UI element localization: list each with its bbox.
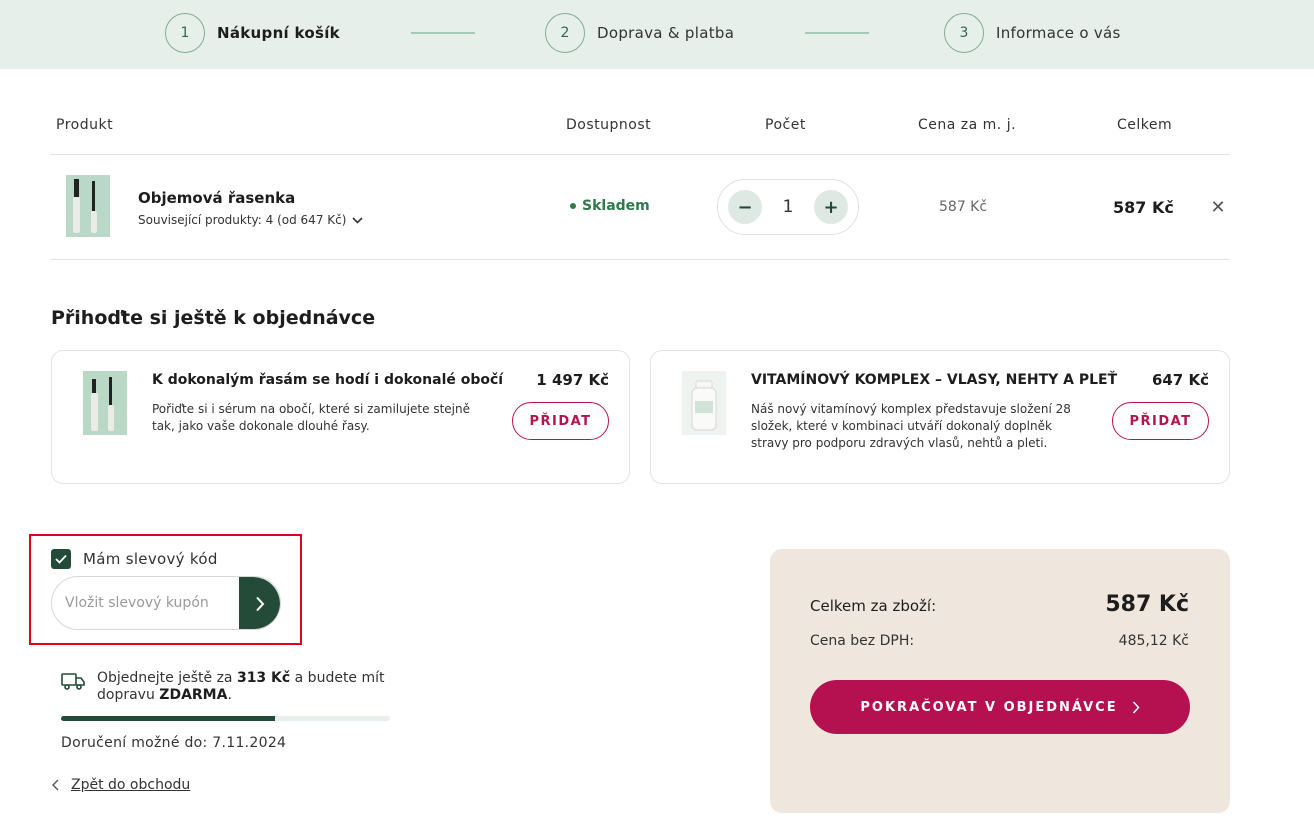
unit-price: 587 Kč [939, 199, 988, 215]
goods-total-value: 587 Kč [1105, 592, 1189, 617]
shipping-text-before: Objednejte ještě za [97, 670, 237, 686]
stock-label: Skladem [582, 198, 650, 214]
step-label: Informace o vás [996, 24, 1121, 42]
add-upsell-button[interactable]: PŘIDAT [512, 402, 609, 440]
truck-icon [61, 673, 85, 690]
chevron-left-icon [52, 779, 59, 791]
header-availability: Dostupnost [566, 117, 652, 133]
upsell-description: Náš nový vitamínový komplex představuje … [751, 402, 1071, 450]
add-upsell-button[interactable]: PŘIDAT [1112, 402, 1209, 440]
product-image[interactable] [66, 175, 110, 237]
upsell-title: Přihoďte si ještě k objednávce [51, 307, 376, 329]
delivery-date: Doručení možné do: 7.11.2024 [61, 735, 287, 751]
step-shipping-payment[interactable]: 2 Doprava & platba [545, 13, 734, 53]
brow-serum-image [83, 371, 127, 435]
remove-item-button[interactable]: ✕ [1208, 197, 1228, 218]
shipping-text-after: . [227, 687, 232, 703]
step-cart[interactable]: 1 Nákupní košík [165, 13, 340, 53]
qty-decrease-button[interactable]: − [728, 190, 762, 224]
step-number: 3 [944, 13, 984, 53]
discount-checkbox-label[interactable]: Mám slevový kód [83, 550, 218, 568]
continue-order-button[interactable]: POKRAČOVAT V OBJEDNÁVCE [810, 680, 1190, 734]
upsell-title-text[interactable]: VITAMÍNOVÝ KOMPLEX – VLASY, NEHTY A PLEŤ [751, 372, 1117, 388]
free-shipping-message: Objednejte ještě za 313 Kč a budete mít … [97, 670, 387, 704]
related-products-toggle[interactable]: Související produkty: 4 (od 647 Kč) [138, 213, 363, 227]
price-without-vat-value: 485,12 Kč [1118, 633, 1189, 649]
product-image[interactable] [83, 371, 127, 435]
price-without-vat-label: Cena bez DPH: [810, 633, 915, 649]
upsell-title-text[interactable]: K dokonalým řasám se hodí i dokonalé obo… [152, 372, 503, 388]
header-product: Produkt [56, 117, 114, 133]
upsell-card: VITAMÍNOVÝ KOMPLEX – VLASY, NEHTY A PLEŤ… [650, 350, 1230, 484]
product-image[interactable] [682, 371, 726, 435]
step-label: Doprava & platba [597, 24, 735, 42]
continue-order-label: POKRAČOVAT V OBJEDNÁVCE [860, 699, 1118, 715]
back-to-shop-link[interactable]: Zpět do obchodu [52, 777, 190, 793]
upsell-description: Pořiďte si i sérum na obočí, které si za… [152, 402, 470, 433]
divider [50, 259, 1230, 260]
step-connector [805, 32, 869, 34]
discount-checkbox[interactable] [51, 549, 71, 569]
checkout-stepper: 1 Nákupní košík 2 Doprava & platba 3 Inf… [0, 0, 1314, 69]
quantity-stepper: − 1 + [717, 179, 859, 235]
goods-total-label: Celkem za zboží: [810, 597, 937, 615]
upsell-card: K dokonalým řasám se hodí i dokonalé obo… [51, 350, 630, 484]
free-shipping-progress [61, 716, 390, 721]
vitamin-bottle-image [682, 371, 726, 435]
upsell-price: 1 497 Kč [536, 371, 609, 389]
chevron-right-icon [255, 596, 264, 612]
step-label: Nákupní košík [217, 24, 340, 42]
related-products-label: Související produkty: 4 (od 647 Kč) [138, 213, 347, 227]
shipping-remaining-amount: 313 Kč [236, 670, 291, 686]
product-name[interactable]: Objemová řasenka [138, 189, 295, 207]
shipping-free-label: ZDARMA [159, 687, 228, 703]
order-summary: Celkem za zboží: 587 Kč Cena bez DPH: 48… [770, 549, 1230, 813]
back-link-label: Zpět do obchodu [71, 777, 191, 793]
qty-value[interactable]: 1 [783, 197, 794, 217]
chevron-down-icon [352, 216, 363, 224]
step-customer-info[interactable]: 3 Informace o vás [944, 13, 1121, 53]
step-connector [411, 32, 475, 34]
check-icon [55, 554, 67, 564]
status-dot-icon [570, 203, 576, 209]
progress-fill [61, 716, 275, 721]
row-total: 587 Kč [1113, 198, 1174, 217]
header-unit-price: Cena za m. j. [918, 117, 1017, 133]
step-number: 1 [165, 13, 205, 53]
stock-status: Skladem [570, 198, 650, 214]
header-total: Celkem [1117, 117, 1173, 133]
coupon-field [51, 576, 281, 630]
mascara-image [66, 175, 110, 237]
header-qty: Počet [765, 117, 806, 133]
divider [50, 154, 1230, 155]
qty-increase-button[interactable]: + [813, 190, 848, 224]
step-number: 2 [545, 13, 585, 53]
upsell-price: 647 Kč [1151, 371, 1209, 389]
coupon-input[interactable] [52, 577, 239, 629]
chevron-right-icon [1132, 700, 1140, 714]
